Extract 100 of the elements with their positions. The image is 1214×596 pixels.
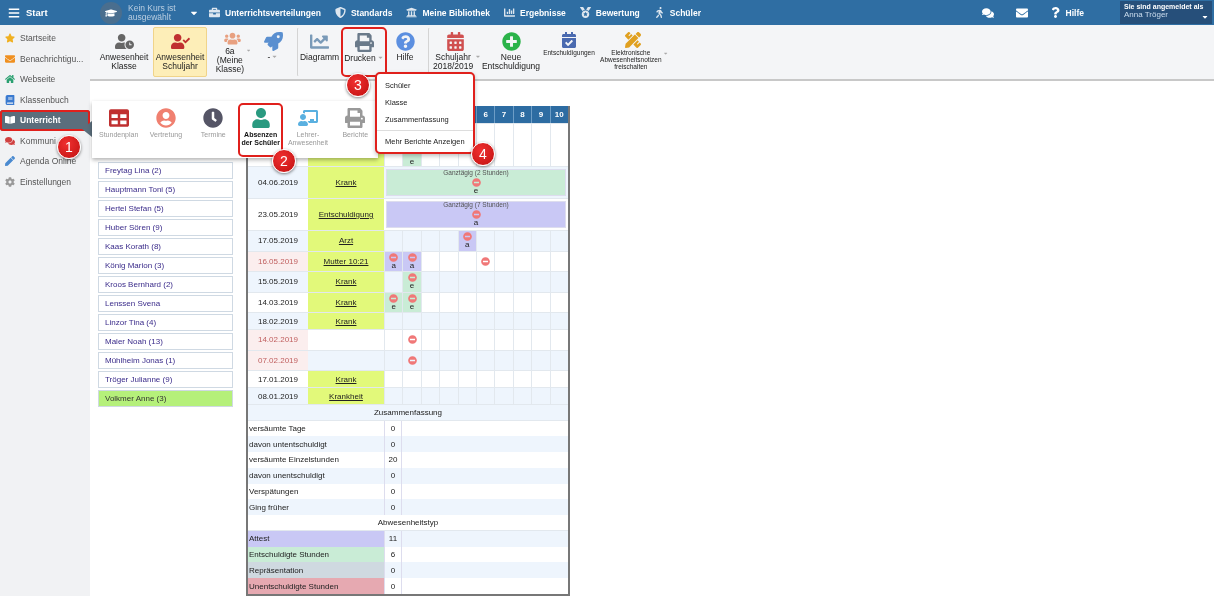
reason-link[interactable]: Krank — [335, 277, 357, 287]
course-selector[interactable]: Kein Kurs ist ausgewählt — [128, 3, 183, 22]
period-header: 7 — [494, 106, 513, 123]
summary-label: Verspätungen — [248, 486, 300, 499]
reason-link[interactable]: Krank — [335, 374, 357, 384]
student-item[interactable]: Tröger Julianne (9) — [98, 371, 233, 388]
date-cell-text: 08.01.2019 — [256, 390, 299, 403]
nav-link[interactable]: Standards — [350, 7, 393, 18]
student-item[interactable]: Maler Noah (13) — [98, 333, 233, 350]
speech-bubbles-icon — [5, 135, 15, 146]
sidebar-link[interactable]: Klassenbuch — [20, 94, 69, 105]
mail-icon[interactable] — [1015, 6, 1028, 19]
briefcase-icon — [209, 7, 220, 18]
help-icon — [1049, 7, 1061, 18]
nav-link[interactable]: Unterrichtsverteilungen — [225, 7, 321, 18]
toolbar-button[interactable]: Hilfe — [390, 27, 420, 77]
person-icon — [250, 108, 271, 128]
student-item[interactable]: Kaas Korath (8) — [98, 238, 233, 255]
star-icon — [5, 33, 15, 44]
line-chart-icon — [310, 32, 329, 51]
toolbar-button[interactable]: - — [257, 27, 289, 77]
menu-icon[interactable] — [8, 6, 20, 19]
grid-calendar-icon — [108, 108, 129, 128]
absence-type-label: Repräsentation — [248, 562, 384, 579]
toolbar-button[interactable]: 6a (Meine Klasse) — [210, 27, 254, 77]
reason-link[interactable]: Krank — [335, 297, 357, 307]
clock-calendar-icon — [203, 108, 224, 128]
shield-icon — [334, 7, 346, 18]
period-header: 9 — [531, 106, 550, 123]
date-cell-text: 18.02.2019 — [256, 315, 299, 328]
person-check-icon — [170, 32, 190, 51]
step-badge: 3 — [346, 73, 370, 97]
toolbar-button[interactable]: Anwesenheit Schuljahr — [153, 27, 207, 77]
sidebar-link[interactable]: Webseite — [20, 74, 56, 85]
sidebar-link[interactable]: Benachrichtigu... — [20, 53, 84, 64]
envelope-icon — [5, 53, 15, 64]
absence-cell: a — [457, 231, 476, 251]
nav-link[interactable]: Schüler — [669, 7, 701, 18]
student-item[interactable]: Mühlheim Jonas (1) — [98, 352, 233, 369]
student-item[interactable]: Freytag Lina (2) — [98, 162, 233, 179]
student-item[interactable]: Hauptmann Toni (5) — [98, 181, 233, 198]
toolbar-button[interactable]: Schuljahr 2018/2019 — [427, 27, 479, 77]
date-cell: 07.02.2019 — [248, 350, 308, 370]
reason-link[interactable]: Arzt — [338, 236, 354, 246]
summary-label: versäumte Einzelstunden — [248, 454, 340, 467]
caret-icon — [246, 47, 251, 55]
help-link[interactable]: Hilfe — [1065, 7, 1084, 18]
student-item[interactable]: König Marion (3) — [98, 257, 233, 274]
absence-cell: e — [402, 292, 421, 312]
nav-link[interactable]: Meine Bibliothek — [422, 7, 490, 18]
caret-icon — [475, 53, 480, 60]
sidebar-link[interactable]: Startseite — [20, 33, 56, 44]
person-outline-icon — [156, 108, 176, 128]
summary-value: 20 — [384, 452, 402, 468]
student-item[interactable]: Lenssen Svena — [98, 295, 233, 312]
medal-icon — [579, 7, 591, 18]
bar-chart-icon — [504, 7, 515, 18]
absence-cell: e — [384, 292, 403, 312]
reason-link[interactable]: Krank — [335, 316, 357, 326]
start-link[interactable]: Start — [26, 7, 48, 18]
chat-icon[interactable] — [981, 6, 994, 19]
summary-label: Ging früher — [248, 501, 291, 514]
toolbar-button[interactable]: Anwesenheit Klasse — [98, 27, 150, 77]
people-icon — [222, 32, 242, 46]
date-cell-text: 15.05.2019 — [256, 276, 299, 289]
calendar-icon — [446, 32, 465, 51]
summary-value: 0 — [384, 467, 402, 484]
sidebar-link[interactable]: Kommuni — [20, 135, 56, 146]
toolbar-button[interactable]: Neue Entschuldigung — [482, 27, 540, 77]
date-cell-text: 17.05.2019 — [256, 235, 299, 248]
nav-link[interactable]: Ergebnisse — [520, 7, 566, 18]
sidebar-link[interactable]: Unterricht — [20, 115, 61, 126]
pen-icon — [5, 156, 15, 167]
summary-label: davon untentschuldigt — [248, 438, 328, 451]
section-heading: Zusammenfassung — [248, 405, 568, 421]
date-cell-text: 04.06.2019 — [256, 177, 299, 189]
absence-type-label: Unentschuldigte Stunden — [248, 578, 384, 594]
summary-label: versäumte Tage — [248, 422, 307, 435]
reason-link[interactable]: Krank — [335, 178, 357, 187]
printer-icon — [354, 33, 374, 52]
date-cell-text: 17.01.2019 — [256, 373, 299, 386]
absence-cell: e — [402, 272, 421, 292]
sidebar-link[interactable]: Agenda Online — [20, 156, 77, 167]
nav-link[interactable]: Bewertung — [595, 7, 640, 18]
student-item[interactable]: Volkmer Anne (3) — [98, 390, 233, 407]
caret-icon — [1201, 13, 1209, 21]
building-icon — [406, 7, 418, 18]
student-item[interactable]: Linzor Tina (4) — [98, 314, 233, 331]
house-icon — [5, 74, 15, 85]
sidebar-link[interactable]: Einstellungen — [20, 176, 72, 187]
toolbar-button[interactable]: Diagramm — [296, 27, 338, 77]
summary-value: 0 — [384, 578, 402, 594]
walking-person-icon — [653, 7, 665, 18]
date-cell-text: 14.03.2019 — [256, 296, 299, 309]
student-item[interactable]: Hertel Stefan (5) — [98, 200, 233, 217]
pencil-ruler-icon — [625, 32, 641, 48]
student-item[interactable]: Kroos Bernhard (2) — [98, 276, 233, 293]
summary-value: 11 — [384, 530, 402, 547]
student-item[interactable]: Huber Sören (9) — [98, 219, 233, 236]
date-cell: 14.02.2019 — [248, 330, 308, 350]
